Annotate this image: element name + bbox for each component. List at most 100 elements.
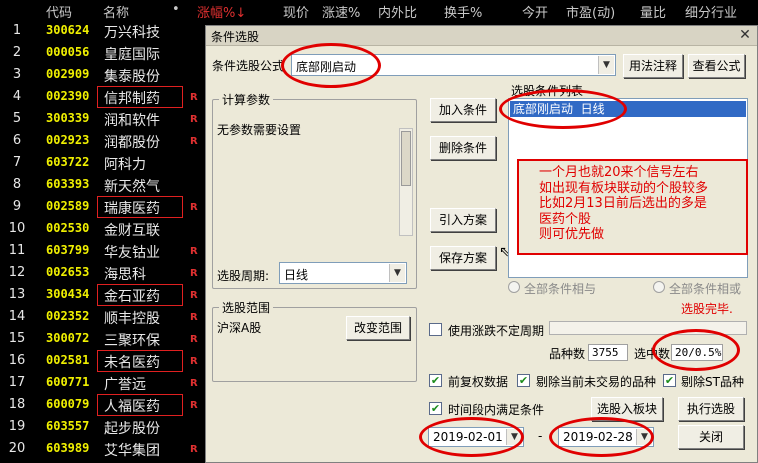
row-index: 8 bbox=[12, 177, 22, 192]
add-condition-button[interactable]: 加入条件 bbox=[430, 98, 496, 122]
save-plan-button[interactable]: 保存方案 bbox=[430, 246, 496, 270]
row-index: 6 bbox=[12, 133, 22, 148]
exclude-untraded-checkbox[interactable]: ✔ bbox=[517, 374, 530, 387]
stock-code: 603393 bbox=[46, 177, 90, 191]
column-header[interactable]: 代码 bbox=[46, 2, 72, 21]
radio-all-and[interactable] bbox=[508, 281, 520, 293]
column-header[interactable]: • bbox=[172, 2, 180, 17]
row-index: 16 bbox=[8, 353, 26, 368]
table-row[interactable]: 14 002352 顺丰控股 R bbox=[0, 306, 210, 328]
row-index: 7 bbox=[12, 155, 22, 170]
execute-selection-button[interactable]: 执行选股 bbox=[678, 397, 744, 421]
r-badge: R bbox=[190, 334, 198, 345]
r-badge: R bbox=[190, 114, 198, 125]
exclude-st-checkbox[interactable]: ✔ bbox=[663, 374, 676, 387]
period-select-value: 日线 bbox=[284, 268, 309, 282]
table-row[interactable]: 7 603722 阿科力 bbox=[0, 152, 210, 174]
stock-code: 603989 bbox=[46, 441, 90, 455]
table-row[interactable]: 11 603799 华友钴业 R bbox=[0, 240, 210, 262]
table-row[interactable]: 19 603557 起步股份 bbox=[0, 416, 210, 438]
row-index: 3 bbox=[12, 67, 22, 82]
table-row[interactable]: 9 002589 瑞康医药 R bbox=[0, 196, 210, 218]
annotation-ellipse-end-date bbox=[549, 417, 654, 457]
table-row[interactable]: 15 300072 三聚环保 R bbox=[0, 328, 210, 350]
usage-note-button[interactable]: 用法注释 bbox=[623, 54, 683, 78]
params-scrollbar[interactable] bbox=[399, 128, 413, 236]
stock-name: 艾华集团 bbox=[104, 443, 160, 459]
row-index: 4 bbox=[12, 89, 22, 104]
delete-condition-button[interactable]: 删除条件 bbox=[430, 136, 496, 160]
stock-count-field: 3755 bbox=[588, 344, 628, 361]
table-row[interactable]: 18 600079 人福医药 R bbox=[0, 394, 210, 416]
annotation-line: 则可优先做 bbox=[539, 227, 605, 242]
table-row[interactable]: 20 603989 艾华集团 R bbox=[0, 438, 210, 460]
table-row[interactable]: 3 002909 集泰股份 bbox=[0, 64, 210, 86]
stock-name: 润和软件 bbox=[104, 113, 160, 129]
r-badge: R bbox=[190, 312, 198, 323]
status-text: 选股完毕. bbox=[681, 302, 733, 316]
stock-code: 002581 bbox=[46, 353, 90, 367]
table-row[interactable]: 8 603393 新天然气 bbox=[0, 174, 210, 196]
stock-name: 润都股份 bbox=[104, 135, 160, 151]
view-formula-button[interactable]: 查看公式 bbox=[688, 54, 745, 78]
pre-adjust-checkbox[interactable]: ✔ bbox=[429, 374, 442, 387]
table-row[interactable]: 2 000056 皇庭国际 bbox=[0, 42, 210, 64]
date-separator: - bbox=[538, 429, 543, 443]
stock-code: 600079 bbox=[46, 397, 90, 411]
change-scope-button[interactable]: 改变范围 bbox=[346, 316, 410, 340]
column-header[interactable]: 今开 bbox=[522, 2, 548, 21]
table-row[interactable]: 10 002530 金财互联 bbox=[0, 218, 210, 240]
dialog-title: 条件选股 bbox=[211, 30, 260, 44]
stock-code: 300624 bbox=[46, 23, 90, 37]
pre-adjust-label: 前复权数据 bbox=[448, 375, 509, 389]
column-header[interactable]: 现价 bbox=[283, 2, 309, 21]
r-badge: R bbox=[190, 400, 198, 411]
column-header[interactable]: 名称 bbox=[103, 2, 129, 21]
scrollbar-thumb[interactable] bbox=[401, 131, 411, 186]
stock-code: 000056 bbox=[46, 45, 90, 59]
annotation-box-stock bbox=[97, 394, 183, 416]
stock-name: 金财互联 bbox=[104, 223, 160, 239]
stock-code: 002909 bbox=[46, 67, 90, 81]
table-row[interactable]: 16 002581 未名医药 R bbox=[0, 350, 210, 372]
period-label: 选股周期: bbox=[217, 269, 270, 283]
annotation-line: 一个月也就20来个信号左右 bbox=[539, 165, 699, 180]
column-header[interactable]: 市盈(动) bbox=[566, 2, 615, 21]
radio-all-or[interactable] bbox=[653, 281, 665, 293]
r-badge: R bbox=[190, 290, 198, 301]
column-header[interactable]: 量比 bbox=[640, 2, 666, 21]
table-row[interactable]: 12 002653 海思科 R bbox=[0, 262, 210, 284]
row-index: 10 bbox=[8, 221, 26, 236]
row-index: 12 bbox=[8, 265, 26, 280]
stock-code: 002530 bbox=[46, 221, 90, 235]
row-index: 17 bbox=[8, 375, 26, 390]
r-badge: R bbox=[190, 268, 198, 279]
time-range-checkbox[interactable]: ✔ bbox=[429, 402, 442, 415]
table-row[interactable]: 1 300624 万兴科技 bbox=[0, 20, 210, 42]
column-header[interactable]: 涨速% bbox=[322, 2, 360, 21]
chevron-down-icon[interactable]: ▼ bbox=[389, 264, 405, 282]
period-select[interactable]: 日线 ▼ bbox=[279, 262, 407, 284]
scope-group: 选股范围 沪深A股 改变范围 bbox=[212, 299, 417, 382]
stock-code: 300339 bbox=[46, 111, 90, 125]
chevron-down-icon[interactable]: ▼ bbox=[598, 56, 614, 74]
time-range-label: 时间段内满足条件 bbox=[448, 403, 545, 417]
use-uncertain-period-checkbox[interactable] bbox=[429, 323, 442, 336]
column-header[interactable]: 细分行业 bbox=[685, 2, 737, 21]
table-row[interactable]: 4 002390 信邦制药 R bbox=[0, 86, 210, 108]
close-icon[interactable]: ✕ bbox=[737, 27, 753, 43]
close-button[interactable]: 关闭 bbox=[678, 425, 744, 449]
table-row[interactable]: 17 600771 广誉远 R bbox=[0, 372, 210, 394]
import-plan-button[interactable]: 引入方案 bbox=[430, 208, 496, 232]
column-header-row: 代码 名称 • 涨幅%↓ 现价 涨速% 内外比 换手% 今开 市盈(动) 量比 细分行业 bbox=[0, 0, 758, 21]
stock-code: 300072 bbox=[46, 331, 90, 345]
stock-code: 002390 bbox=[46, 89, 90, 103]
dialog-title-bar[interactable]: 条件选股 ✕ bbox=[206, 26, 757, 46]
column-header[interactable]: 涨幅%↓ bbox=[197, 2, 246, 21]
table-row[interactable]: 6 002923 润都股份 R bbox=[0, 130, 210, 152]
annotation-ellipse-formula bbox=[281, 43, 381, 88]
table-row[interactable]: 5 300339 润和软件 R bbox=[0, 108, 210, 130]
table-row[interactable]: 13 300434 金石亚药 R bbox=[0, 284, 210, 306]
column-header[interactable]: 内外比 bbox=[378, 2, 417, 21]
column-header[interactable]: 换手% bbox=[444, 2, 482, 21]
